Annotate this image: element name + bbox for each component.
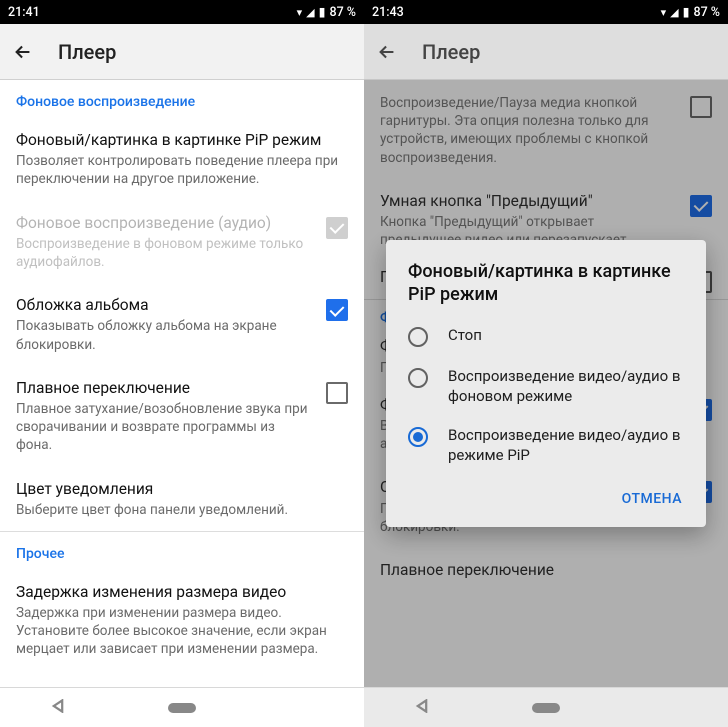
back-icon	[376, 41, 398, 63]
checkbox-disabled-icon	[326, 217, 348, 239]
left-screenshot: 21:41 ▾ ◢ ▮ 87 % Плеер Фоновое воспроизв…	[0, 0, 364, 727]
app-bar: Плеер	[0, 24, 364, 80]
item-title: Плавное переключение	[16, 378, 314, 398]
radio-label: Воспроизведение видео/аудио в фоновом ре…	[448, 367, 684, 406]
nav-bar	[0, 687, 364, 727]
radio-option-pip[interactable]: Воспроизведение видео/аудио в режиме PiP	[386, 416, 706, 475]
item-title: Фоновое воспроизведение (аудио)	[16, 213, 314, 233]
settings-list[interactable]: Фоновое воспроизведение Фоновый/картинка…	[0, 80, 364, 687]
settings-list-dimmed: Воспроизведение/Пауза медиа кнопкой гарн…	[364, 80, 728, 687]
signal-icon: ◢	[306, 6, 314, 19]
wifi-icon: ▾	[661, 6, 667, 19]
section-other: Прочее	[0, 532, 364, 570]
item-subtitle: Позволяет контролировать поведение плеер…	[16, 152, 348, 188]
status-bar: 21:43 ▾ ◢ ▮ 87 %	[364, 0, 728, 24]
app-bar: Плеер	[364, 24, 728, 80]
item-notification-color[interactable]: Цвет уведомления Выберите цвет фона пане…	[0, 467, 364, 531]
battery-text: 87 %	[693, 5, 720, 20]
item-subtitle: Плавное затухание/возобновление звука пр…	[16, 400, 314, 455]
radio-option-background[interactable]: Воспроизведение видео/аудио в фоновом ре…	[386, 357, 706, 416]
item-resize-delay[interactable]: Задержка изменения размера видео Задержк…	[0, 570, 364, 671]
checkbox-checked-icon[interactable]	[326, 299, 348, 321]
cancel-button[interactable]: ОТМЕНА	[612, 483, 692, 515]
nav-back-icon[interactable]	[51, 698, 65, 717]
checkbox-unchecked-icon[interactable]	[326, 382, 348, 404]
radio-checked-icon	[408, 427, 428, 447]
dialog-scrim[interactable]: Фоновый/картинка в картинке PiP режим Ст…	[364, 80, 728, 687]
radio-unchecked-icon	[408, 368, 428, 388]
signal-icon: ◢	[670, 6, 678, 19]
radio-option-stop[interactable]: Стоп	[386, 316, 706, 357]
appbar-title: Плеер	[422, 40, 480, 64]
status-icons: ▾ ◢ ▮ 87 %	[661, 4, 720, 20]
item-subtitle: Воспроизведение в фоновом режиме только …	[16, 235, 314, 271]
item-title: Фоновый/картинка в картинке PiP режим	[16, 130, 348, 150]
item-pip-mode[interactable]: Фоновый/картинка в картинке PiP режим По…	[0, 118, 364, 201]
back-icon[interactable]	[12, 41, 34, 63]
item-smooth-switch[interactable]: Плавное переключение Плавное затухание/в…	[0, 366, 364, 467]
radio-label: Стоп	[448, 326, 482, 346]
wifi-icon: ▾	[297, 6, 303, 19]
appbar-title: Плеер	[58, 40, 116, 64]
item-title: Задержка изменения размера видео	[16, 582, 348, 602]
item-subtitle: Показывать обложку альбома на экране бло…	[16, 317, 314, 353]
dialog-title: Фоновый/картинка в картинке PiP режим	[386, 260, 706, 317]
item-subtitle: Задержка при изменении размера видео. Ус…	[16, 604, 348, 659]
battery-icon: ▮	[683, 4, 690, 20]
battery-text: 87 %	[329, 5, 356, 20]
item-bg-audio: Фоновое воспроизведение (аудио) Воспроиз…	[0, 201, 364, 284]
status-time: 21:41	[8, 5, 40, 20]
right-screenshot: 21:43 ▾ ◢ ▮ 87 % Плеер Воспроизведение/П…	[364, 0, 728, 727]
nav-bar	[364, 687, 728, 727]
radio-unchecked-icon	[408, 327, 428, 347]
status-bar: 21:41 ▾ ◢ ▮ 87 %	[0, 0, 364, 24]
status-time: 21:43	[372, 5, 404, 20]
pip-mode-dialog: Фоновый/картинка в картинке PiP режим Ст…	[386, 240, 706, 528]
nav-home-icon[interactable]	[532, 703, 560, 713]
item-title: Обложка альбома	[16, 295, 314, 315]
status-icons: ▾ ◢ ▮ 87 %	[297, 4, 356, 20]
section-background-playback: Фоновое воспроизведение	[0, 80, 364, 118]
item-album-cover[interactable]: Обложка альбома Показывать обложку альбо…	[0, 283, 364, 366]
item-title: Цвет уведомления	[16, 479, 348, 499]
radio-label: Воспроизведение видео/аудио в режиме PiP	[448, 426, 684, 465]
dialog-actions: ОТМЕНА	[386, 475, 706, 521]
item-subtitle: Выберите цвет фона панели уведомлений.	[16, 501, 348, 519]
nav-home-icon[interactable]	[168, 703, 196, 713]
battery-icon: ▮	[319, 4, 326, 20]
nav-back-icon[interactable]	[415, 698, 429, 717]
